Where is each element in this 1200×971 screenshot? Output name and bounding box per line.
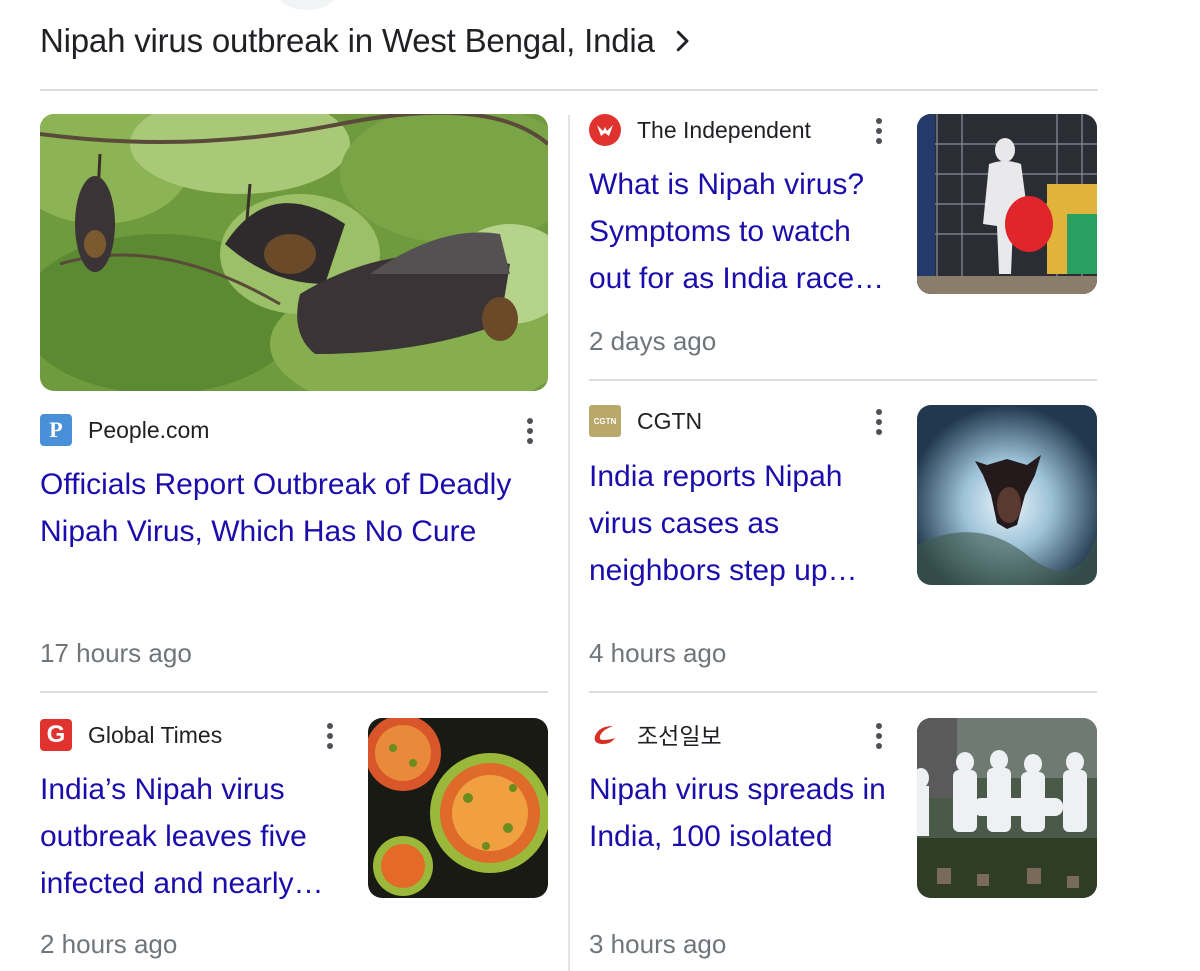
source-name: Global Times [88, 721, 223, 748]
chevron-right-icon [667, 26, 697, 56]
article-headline-link[interactable]: Nipah virus spreads in India, 100 isolat… [589, 766, 899, 860]
article-source[interactable]: P People.com [40, 414, 209, 446]
card-divider [589, 691, 1097, 693]
article-headline-link[interactable]: Officials Report Outbreak of Deadly Nipa… [40, 461, 548, 555]
source-name: The Independent [637, 116, 811, 143]
header-divider [40, 89, 1098, 91]
article-timestamp: 3 hours ago [589, 929, 727, 959]
cgtn-favicon-icon: CGTN [589, 405, 621, 437]
article-headline-link[interactable]: India reports Nipah virus cases as neigh… [589, 453, 899, 594]
source-name: CGTN [637, 407, 703, 434]
article-headline-link[interactable]: India’s Nipah virus outbreak leaves five… [40, 766, 350, 907]
more-options-icon[interactable] [867, 405, 891, 439]
people-favicon-icon: P [40, 414, 72, 446]
article-image-fruit-bats[interactable] [40, 114, 548, 391]
article-source[interactable]: The Independent [589, 114, 811, 146]
article-headline-link[interactable]: What is Nipah virus? Symptoms to watch o… [589, 161, 899, 302]
article-image-hazmat-workers[interactable] [917, 718, 1097, 898]
article-timestamp: 17 hours ago [40, 638, 192, 668]
independent-eagle-icon [589, 114, 621, 146]
card-divider [589, 379, 1097, 381]
column-divider [568, 115, 570, 971]
article-timestamp: 2 days ago [589, 326, 717, 356]
chosun-logo-icon [589, 718, 621, 750]
source-name: 조선일보 [637, 724, 722, 750]
more-options-icon[interactable] [318, 719, 342, 753]
global-times-favicon-icon: G [40, 719, 72, 751]
article-source[interactable]: 조선일보 [589, 717, 722, 751]
article-source[interactable]: G Global Times [40, 719, 222, 751]
article-image-bat[interactable] [917, 405, 1097, 585]
topic-header-link[interactable]: Nipah virus outbreak in West Bengal, Ind… [40, 22, 697, 60]
article-timestamp: 4 hours ago [589, 638, 727, 668]
article-source[interactable]: CGTN CGTN [589, 405, 702, 437]
more-options-icon[interactable] [867, 114, 891, 148]
top-partial-button [276, 0, 338, 10]
article-image-health-worker[interactable] [917, 114, 1097, 294]
source-name: People.com [88, 416, 210, 443]
topic-title: Nipah virus outbreak in West Bengal, Ind… [40, 22, 655, 59]
article-timestamp: 2 hours ago [40, 929, 178, 959]
more-options-icon[interactable] [518, 414, 542, 448]
card-divider [40, 691, 548, 693]
article-image-virus[interactable] [368, 718, 548, 898]
more-options-icon[interactable] [867, 719, 891, 753]
